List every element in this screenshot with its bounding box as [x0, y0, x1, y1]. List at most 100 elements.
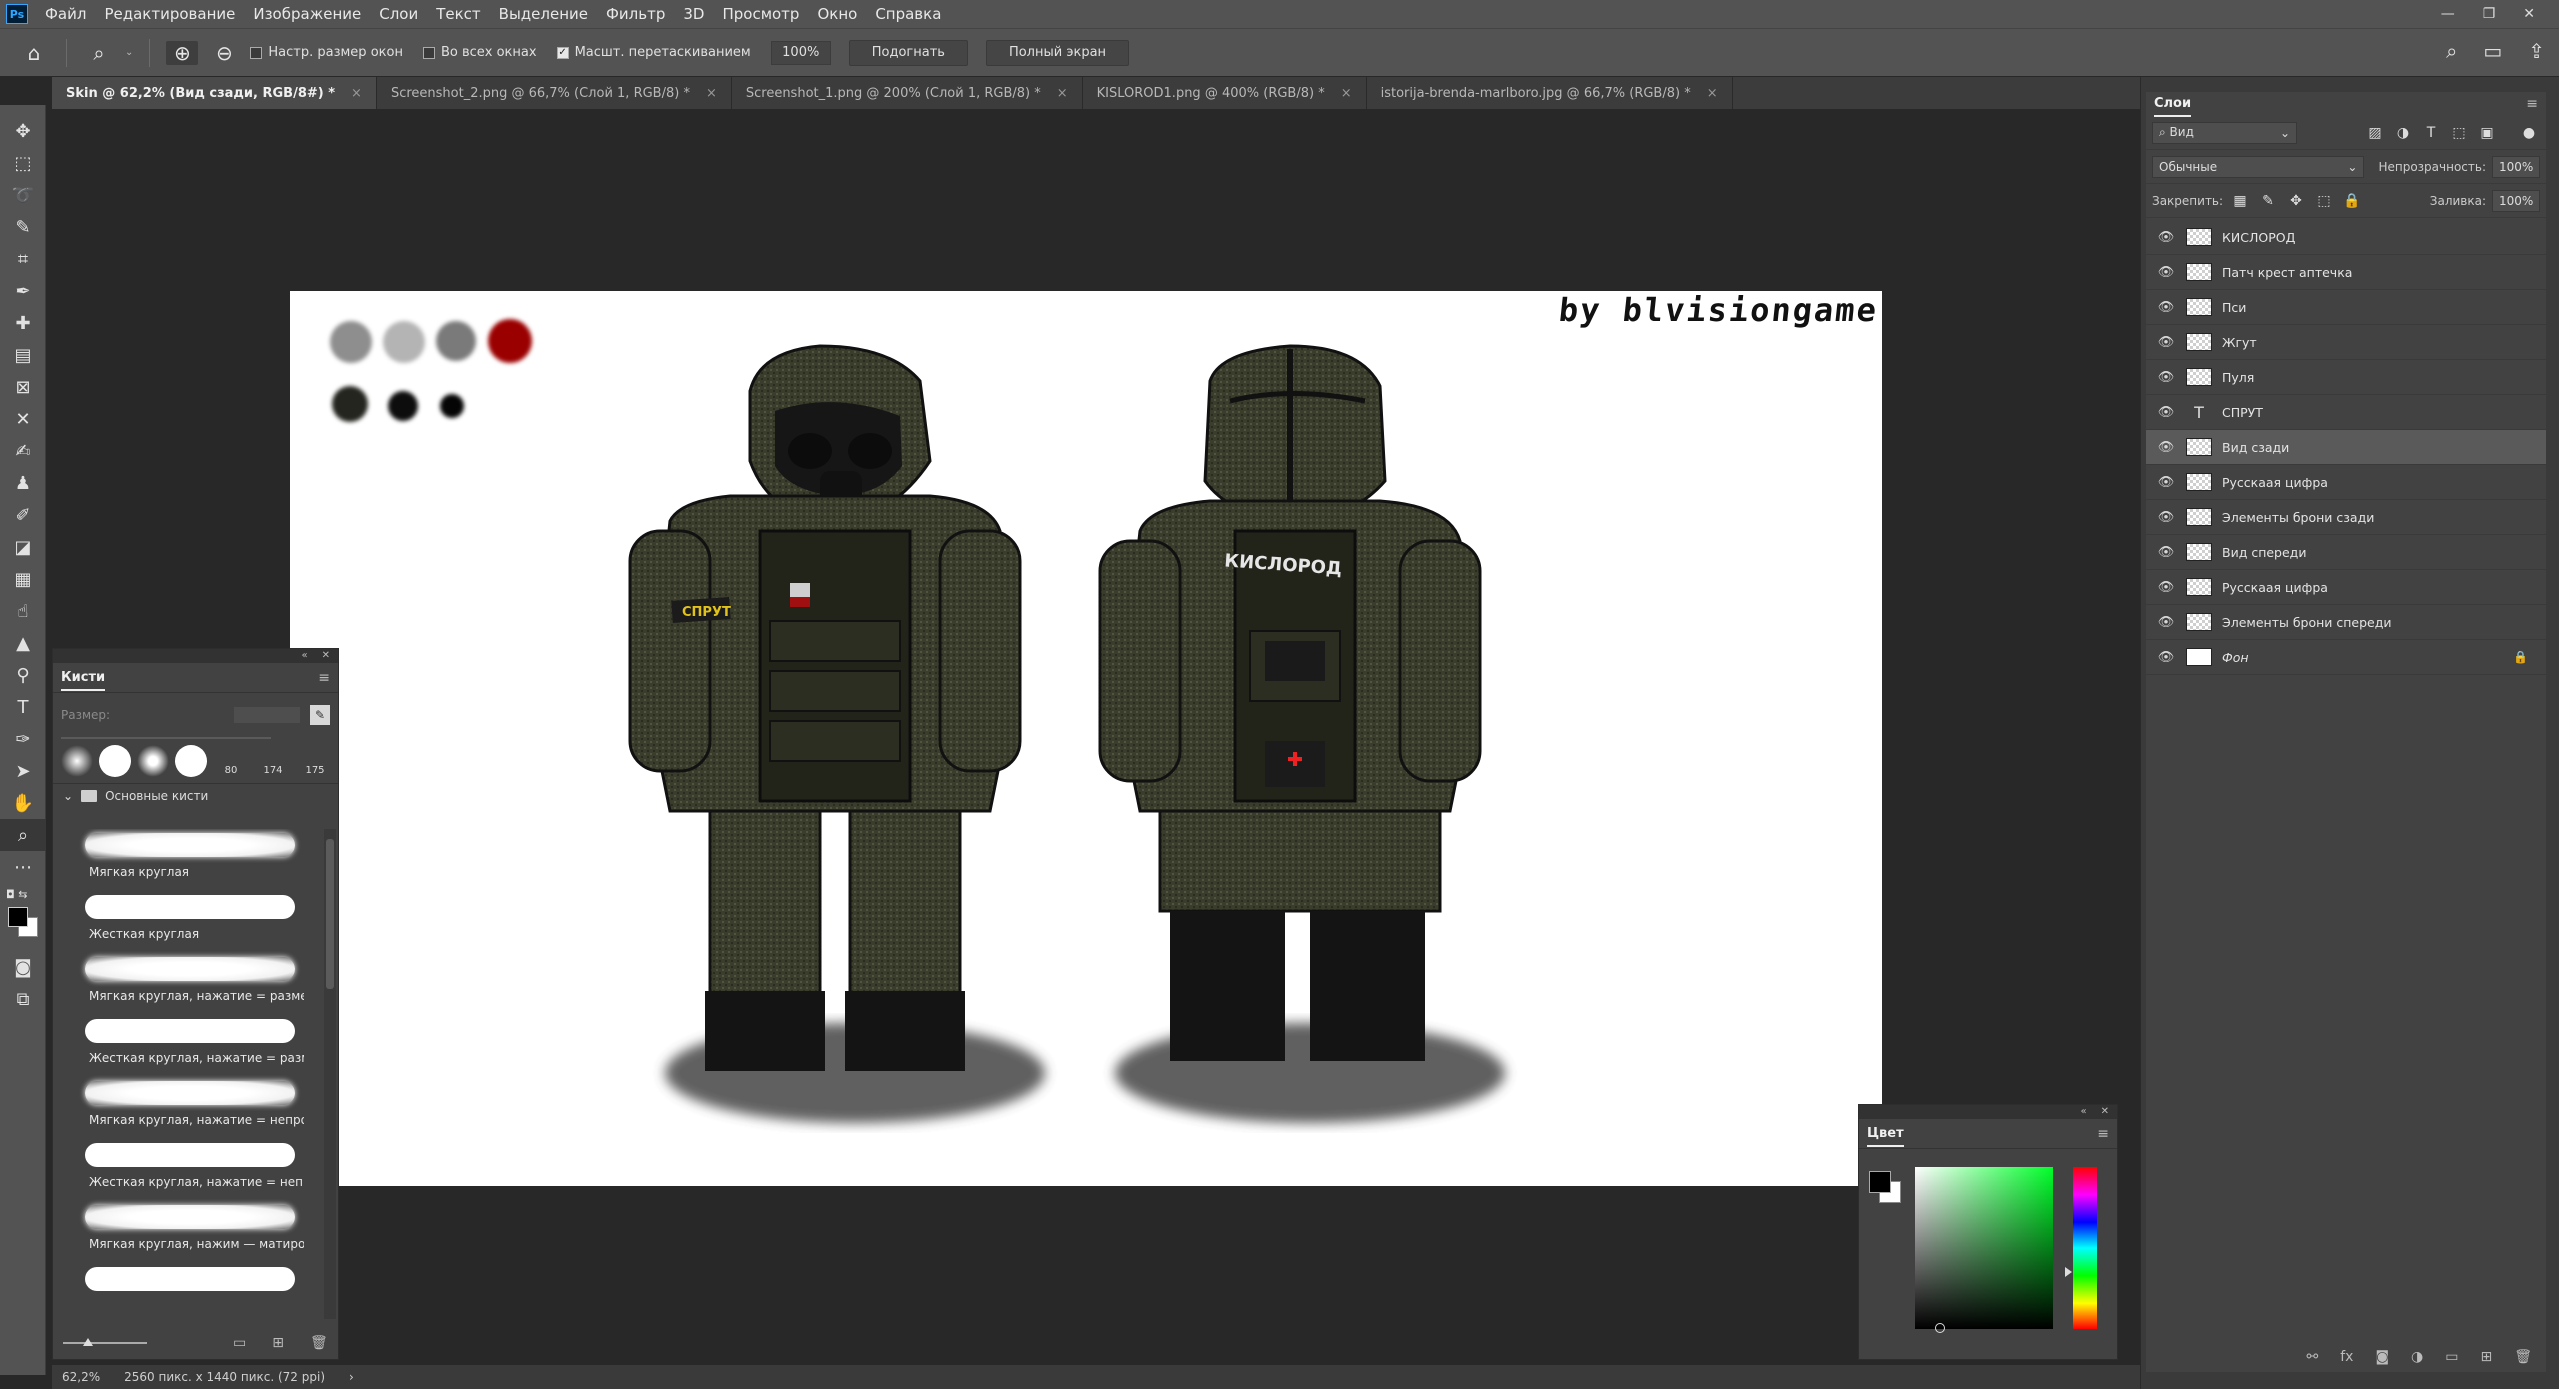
close-panel-icon[interactable]: ✕	[2101, 1105, 2109, 1119]
recent-brush-soft-large[interactable]	[137, 745, 169, 777]
recent-brush-hard-large[interactable]	[175, 745, 207, 777]
document-tab-3[interactable]: KISLOROD1.png @ 400% (RGB/8) * ×	[1083, 77, 1367, 109]
visibility-eye-icon[interactable]: 👁	[2156, 300, 2176, 315]
dodge-tool-icon[interactable]: ⚲	[0, 659, 46, 691]
new-group-icon[interactable]: ▭	[233, 1335, 246, 1351]
layer-name[interactable]: СПРУТ	[2222, 405, 2263, 420]
restore-button[interactable]: ❐	[2483, 6, 2496, 22]
layer-row[interactable]: 👁 T СПРУТ	[2146, 395, 2546, 430]
visibility-eye-icon[interactable]: 👁	[2156, 335, 2176, 350]
more-tools-icon[interactable]: ⋯	[0, 851, 46, 883]
menu-item-5[interactable]: Выделение	[490, 0, 597, 28]
zoom-value-field[interactable]: 100%	[770, 40, 831, 65]
layer-name[interactable]: Пси	[2222, 300, 2246, 315]
layer-mask-icon[interactable]: ◙	[2375, 1349, 2389, 1365]
menu-item-10[interactable]: Справка	[866, 0, 950, 28]
layer-name[interactable]: Фон	[2222, 650, 2249, 665]
sharpen-tool-icon[interactable]: ▲	[0, 627, 46, 659]
resize-windows-checkbox[interactable]: Настр. размер окон	[250, 45, 403, 60]
swap-colors-icon[interactable]: ◘ ⇆	[0, 883, 46, 905]
new-brush-icon[interactable]: ⊞	[272, 1335, 284, 1351]
zoom-out-icon[interactable]: ⊖	[208, 41, 240, 65]
status-more-arrow-icon[interactable]: ›	[349, 1370, 354, 1384]
eyedropper-tool-icon[interactable]: ✒	[0, 275, 46, 307]
new-group-icon[interactable]: ▭	[2445, 1349, 2458, 1365]
blend-mode-select[interactable]: Обычные ⌄	[2152, 155, 2365, 178]
filter-shape-icon[interactable]: ⬚	[2448, 125, 2470, 141]
hue-slider-arrow-icon[interactable]	[2065, 1267, 2072, 1277]
fill-screen-button[interactable]: Полный экран	[985, 39, 1130, 66]
eraser-tool-icon[interactable]: ◪	[0, 531, 46, 563]
layer-row[interactable]: 👁 Вид сзади	[2146, 430, 2546, 465]
layer-row[interactable]: 👁 Элементы брони сзади	[2146, 500, 2546, 535]
visibility-eye-icon[interactable]: 👁	[2156, 510, 2176, 525]
brush-preset[interactable]: Жесткая круглая, нажатие = непр...	[53, 1139, 323, 1201]
brush-preset[interactable]: Жесткая круглая	[53, 891, 323, 953]
menu-item-1[interactable]: Редактирование	[95, 0, 244, 28]
all-windows-checkbox[interactable]: Во всех окнах	[422, 45, 537, 60]
color-spectrum-picker[interactable]	[1915, 1167, 2053, 1333]
brushes-panel-title[interactable]: Кисти	[61, 670, 106, 691]
visibility-eye-icon[interactable]: 👁	[2156, 265, 2176, 280]
patch-tool-icon[interactable]: ▤	[0, 339, 46, 371]
document-tab-0[interactable]: Skin @ 62,2% (Вид сзади, RGB/8#) * ×	[52, 77, 377, 109]
zoom-tool-icon[interactable]: ⌕	[83, 41, 115, 65]
layer-row[interactable]: 👁 Вид спереди	[2146, 535, 2546, 570]
fit-screen-button[interactable]: Подогнать	[848, 39, 968, 66]
layer-name[interactable]: Элементы брони спереди	[2222, 615, 2392, 630]
brush-list-scrollbar[interactable]	[324, 829, 336, 1319]
brush-preset[interactable]: Мягкая круглая, нажатие = размер	[53, 953, 323, 1015]
type-tool-icon[interactable]: T	[0, 691, 46, 723]
hand-tool-icon[interactable]: ✋	[0, 787, 46, 819]
layer-name[interactable]: Пуля	[2222, 370, 2254, 385]
menu-item-0[interactable]: Файл	[36, 0, 95, 28]
home-icon[interactable]: ⌂	[18, 41, 50, 65]
marquee-tool-icon[interactable]: ⬚	[0, 147, 46, 179]
layer-name[interactable]: Русскаая цифра	[2222, 475, 2328, 490]
layer-name[interactable]: КИСЛОРОД	[2222, 230, 2295, 245]
lasso-tool-icon[interactable]: ➰	[0, 179, 46, 211]
lock-pixels-icon[interactable]: ✎	[2257, 193, 2279, 209]
visibility-eye-icon[interactable]: 👁	[2156, 650, 2176, 665]
close-window-button[interactable]: ✕	[2523, 6, 2535, 22]
color-picker-handle[interactable]	[1935, 1323, 1945, 1333]
layer-row[interactable]: 👁 Элементы брони спереди	[2146, 605, 2546, 640]
brush-group-header[interactable]: ⌄ Основные кисти	[53, 783, 338, 807]
lock-artboard-icon[interactable]: ⬚	[2313, 193, 2335, 209]
content-aware-tool-icon[interactable]: ✕	[0, 403, 46, 435]
hue-slider[interactable]	[2073, 1167, 2097, 1329]
menu-item-8[interactable]: Просмотр	[713, 0, 808, 28]
quick-mask-icon[interactable]: ◙	[0, 951, 46, 983]
zoom-tool-icon[interactable]: ⌕	[0, 819, 46, 851]
trash-icon[interactable]: 🗑	[2514, 1349, 2532, 1365]
filter-pixel-icon[interactable]: ▨	[2364, 125, 2386, 141]
filter-toggle-icon[interactable]: ●	[2518, 125, 2540, 141]
scrubby-zoom-checkbox[interactable]: ✓ Масшт. перетаскиванием	[556, 45, 751, 60]
layer-name[interactable]: Патч крест аптечка	[2222, 265, 2352, 280]
crop-tool-icon[interactable]: ⌗	[0, 243, 46, 275]
visibility-eye-icon[interactable]: 👁	[2156, 370, 2176, 385]
layer-row[interactable]: 👁 Патч крест аптечка	[2146, 255, 2546, 290]
lock-position-icon[interactable]: ✥	[2285, 193, 2307, 209]
close-tab-icon[interactable]: ×	[706, 86, 717, 101]
collapse-icon[interactable]: «	[301, 649, 307, 663]
search-icon[interactable]: ⌕	[2446, 39, 2457, 63]
history-brush-tool-icon[interactable]: ✐	[0, 499, 46, 531]
preview-size-slider[interactable]	[63, 1338, 147, 1346]
layers-panel-title[interactable]: Слои	[2154, 96, 2192, 117]
zoom-in-icon[interactable]: ⊕	[166, 40, 199, 65]
filter-adjustment-icon[interactable]: ◑	[2392, 125, 2414, 141]
brush-settings-icon[interactable]: ✎	[310, 705, 330, 725]
workspace-icon[interactable]: ▭	[2483, 39, 2502, 63]
adjustment-layer-icon[interactable]: ◑	[2411, 1349, 2423, 1365]
layer-name[interactable]: Жгут	[2222, 335, 2257, 350]
menu-item-4[interactable]: Текст	[427, 0, 489, 28]
layer-row[interactable]: 👁 КИСЛОРОД	[2146, 220, 2546, 255]
status-zoom[interactable]: 62,2%	[62, 1370, 100, 1384]
smudge-tool-icon[interactable]: ☝	[0, 595, 46, 627]
foreground-color-icon[interactable]	[1869, 1171, 1891, 1193]
color-panel-title[interactable]: Цвет	[1867, 1126, 1904, 1147]
pen-tool-icon[interactable]: ✑	[0, 723, 46, 755]
close-tab-icon[interactable]: ×	[1057, 86, 1068, 101]
layer-row[interactable]: 👁 Русскаая цифра	[2146, 465, 2546, 500]
